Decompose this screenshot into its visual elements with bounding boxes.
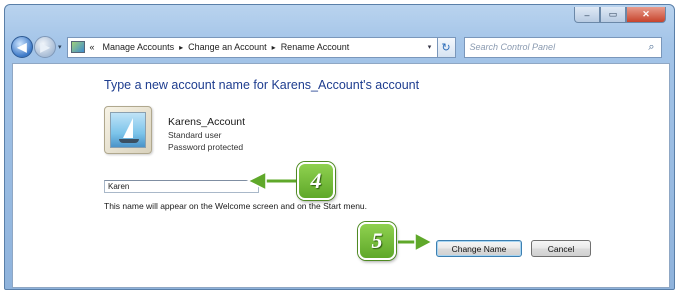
search-placeholder: Search Control Panel [469,42,556,52]
breadcrumb-rename-account[interactable]: Rename Account [281,42,350,52]
change-name-button[interactable]: Change Name [436,240,522,257]
navigation-bar: ◀ ▶ ▾ « Manage Accounts ▸ Change an Acco… [11,35,670,59]
page-title: Type a new account name for Karens_Accou… [104,78,420,92]
recent-pages-dropdown[interactable]: ▾ [58,43,62,51]
breadcrumb-separator[interactable]: ▸ [179,43,183,52]
refresh-icon[interactable]: ↻ [437,36,456,58]
account-type: Standard user [168,130,222,140]
close-button[interactable]: ✕ [626,7,666,23]
account-picture-icon [104,106,152,154]
helper-text: This name will appear on the Welcome scr… [104,201,368,211]
breadcrumb-overflow[interactable]: « [90,42,95,52]
window-controls: – ▭ ✕ [574,7,666,23]
breadcrumb-change-account[interactable]: Change an Account [188,42,267,52]
new-account-name-input[interactable] [104,180,259,193]
minimize-button[interactable]: – [574,7,600,23]
control-panel-icon [70,41,85,53]
account-name: Karens_Account [168,116,246,128]
address-bar[interactable]: « Manage Accounts ▸ Change an Account ▸ … [66,36,438,58]
step-5-callout: 5 [358,222,396,260]
breadcrumb-manage-accounts[interactable]: Manage Accounts [103,42,175,52]
back-button[interactable]: ◀ [11,36,33,58]
cancel-button[interactable]: Cancel [531,240,591,257]
breadcrumb-separator[interactable]: ▸ [272,43,276,52]
search-input[interactable]: Search Control Panel ⌕ [463,36,662,58]
forward-button[interactable]: ▶ [34,36,56,58]
rename-account-panel: Type a new account name for Karens_Accou… [12,63,670,288]
step-4-callout: 4 [297,162,335,200]
control-panel-window: – ▭ ✕ ◀ ▶ ▾ « Manage Accounts ▸ Change a… [4,4,675,290]
search-icon[interactable]: ⌕ [648,41,654,54]
maximize-button[interactable]: ▭ [600,7,626,23]
sailboat-icon [110,112,146,148]
password-status: Password protected [168,142,244,152]
address-dropdown-icon[interactable]: ▾ [423,43,437,51]
